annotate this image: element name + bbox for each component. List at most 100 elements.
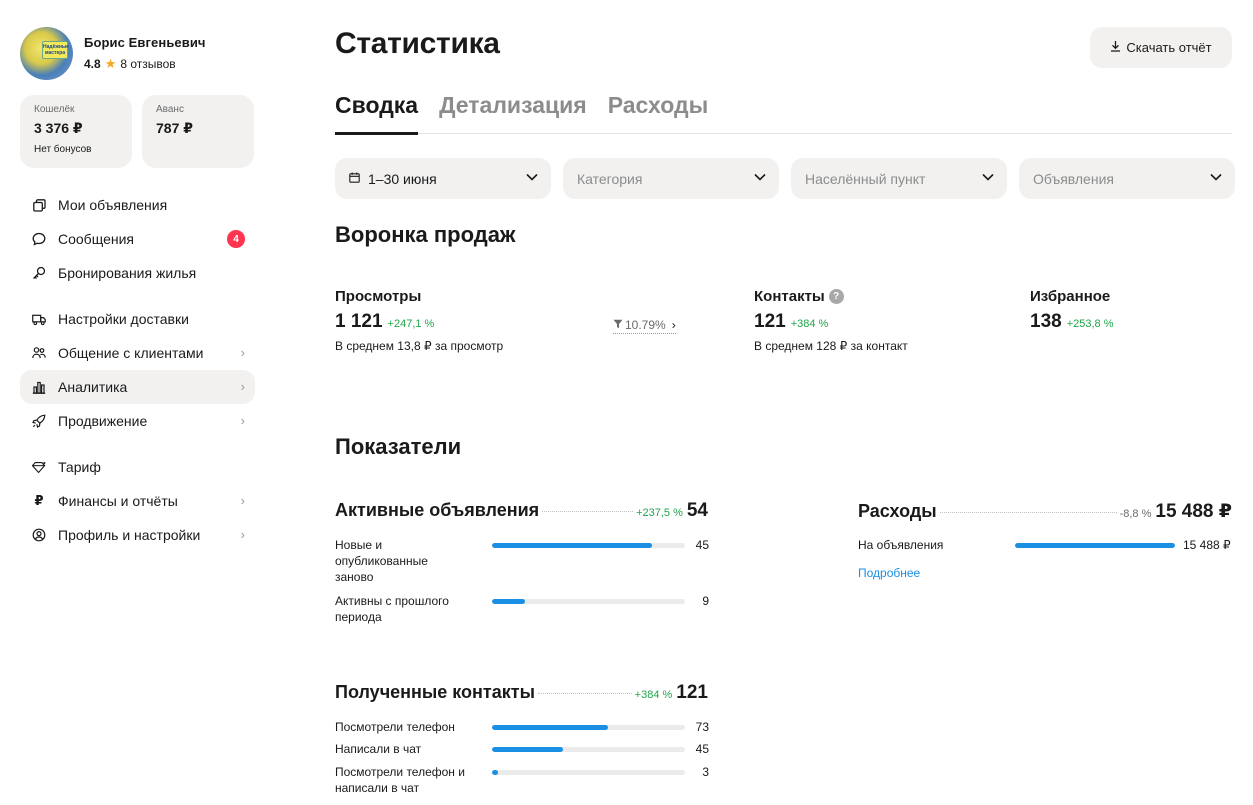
sidebar-item-label: Настройки доставки	[58, 311, 189, 327]
views-label: Просмотры	[335, 288, 422, 305]
chevron-down-icon	[982, 173, 994, 181]
metric-row-value: 3	[702, 765, 709, 779]
star-icon: ★	[104, 56, 117, 71]
contacts-metric-total: 121	[676, 682, 708, 703]
expenses-name: Расходы	[858, 501, 937, 521]
sidebar-nav: Мои объявления Сообщения 4 Бронирования …	[20, 188, 256, 552]
unread-badge: 4	[227, 230, 245, 248]
funnel-favorites: Избранное 138 +253,8 %	[1030, 288, 1114, 333]
progress-fill	[492, 543, 653, 548]
wallets: Кошелёк 3 376 ₽ Нет бонусов Аванс 787 ₽	[20, 95, 256, 168]
sidebar-item-clients[interactable]: Общение с клиентами ›	[20, 336, 255, 370]
sidebar-item-label: Бронирования жилья	[58, 265, 197, 281]
period-select[interactable]: 1–30 июня	[335, 158, 551, 199]
expenses-more-link[interactable]: Подробнее	[858, 566, 920, 580]
tab-summary[interactable]: Сводка	[335, 90, 419, 135]
active-ads-header: Активные объявления +237,5 % 54	[335, 500, 708, 522]
city-select[interactable]: Населённый пункт	[791, 158, 1007, 199]
leader-dots	[939, 512, 1117, 513]
progress-fill	[492, 599, 525, 604]
chevron-right-icon: ›	[240, 527, 245, 542]
diamond-icon	[32, 460, 46, 474]
contacts-metric-name: Полученные контакты	[335, 682, 535, 702]
funnel-views: Просмотры 1 121 +247,1 % В среднем 13,8 …	[335, 288, 503, 353]
contacts-average: В среднем 128 ₽ за контакт	[754, 339, 908, 353]
profile-card[interactable]: Надёжные мастера Борис Евгеньевич 4.8 ★ …	[20, 27, 256, 80]
chevron-right-icon: ›	[240, 493, 245, 508]
metric-row: Новые и опубликованные заново 45	[335, 537, 709, 585]
profile-name[interactable]: Борис Евгеньевич	[84, 35, 206, 50]
metric-row-value: 45	[695, 538, 709, 552]
conversion-value: 10.79%	[625, 318, 666, 332]
contacts-label: Контакты	[754, 288, 825, 305]
contacts-metric-delta: +384 %	[634, 689, 673, 701]
download-report-button[interactable]: Скачать отчёт	[1090, 27, 1232, 68]
sidebar-item-profile[interactable]: Профиль и настройки ›	[20, 518, 255, 552]
progress-fill	[1015, 543, 1175, 548]
leader-dots	[542, 511, 634, 512]
progress-fill	[492, 747, 564, 752]
favorites-delta: +253,8 %	[1066, 318, 1114, 330]
city-placeholder: Населённый пункт	[805, 170, 926, 187]
progress-track	[492, 747, 685, 752]
profile-rating[interactable]: 4.8 ★ 8 отзывов	[84, 56, 206, 72]
views-delta: +247,1 %	[387, 318, 435, 330]
sidebar-item-messages[interactable]: Сообщения 4	[20, 222, 255, 256]
active-ads-delta: +237,5 %	[636, 507, 683, 519]
conversion-rate[interactable]: 10.79% ›	[613, 318, 676, 334]
metric-row: Посмотрели телефон и написали в чат 3	[335, 764, 709, 796]
period-value: 1–30 июня	[368, 170, 437, 187]
sidebar-item-label: Мои объявления	[58, 197, 168, 213]
metric-row-label: Посмотрели телефон и написали в чат	[335, 765, 465, 795]
category-select[interactable]: Категория	[563, 158, 779, 199]
chevron-right-icon: ›	[240, 345, 245, 360]
metric-row: Активны с прошлого периода 9	[335, 593, 709, 625]
progress-track	[492, 725, 685, 730]
chevron-right-icon: ›	[240, 413, 245, 428]
progress-fill	[492, 770, 498, 775]
sidebar-item-my-listings[interactable]: Мои объявления	[20, 188, 255, 222]
chat-icon	[32, 232, 46, 246]
metric-row-value: 73	[695, 720, 709, 734]
sidebar-item-tariff[interactable]: Тариф	[20, 450, 255, 484]
avatar-logo: Надёжные мастера	[42, 41, 69, 59]
metric-row-label: Новые и опубликованные заново	[335, 538, 428, 584]
active-ads-name: Активные объявления	[335, 500, 540, 520]
tab-expenses[interactable]: Расходы	[608, 90, 709, 134]
reviews-count: 8 отзывов	[120, 57, 176, 71]
metric-row-value: 15 488 ₽	[1183, 538, 1231, 552]
ads-placeholder: Объявления	[1033, 170, 1114, 187]
expenses-total: 15 488 ₽	[1155, 501, 1232, 522]
calendar-icon	[349, 172, 360, 186]
metric-row: Посмотрели телефон 73	[335, 719, 709, 735]
chevron-down-icon	[754, 173, 766, 181]
help-icon[interactable]: ?	[828, 289, 844, 304]
sidebar-item-bookings[interactable]: Бронирования жилья	[20, 256, 255, 290]
favorites-value-row: 138 +253,8 %	[1030, 311, 1114, 333]
ads-select[interactable]: Объявления	[1019, 158, 1235, 199]
download-label: Скачать отчёт	[1126, 40, 1212, 55]
avatar[interactable]: Надёжные мастера	[20, 27, 73, 80]
tab-details[interactable]: Детализация	[439, 90, 587, 134]
sidebar-item-label: Профиль и настройки	[58, 527, 201, 543]
metric-row: Написали в чат 45	[335, 741, 709, 757]
sidebar-item-delivery[interactable]: Настройки доставки	[20, 302, 255, 336]
wallet-card[interactable]: Кошелёк 3 376 ₽ Нет бонусов	[20, 95, 132, 168]
progress-track	[492, 543, 685, 548]
sidebar-item-promotion[interactable]: Продвижение ›	[20, 404, 255, 438]
contacts-value: 121	[754, 311, 786, 332]
wallet-label: Кошелёк	[34, 104, 75, 115]
metric-row-label: На объявления	[858, 538, 944, 552]
advance-card[interactable]: Аванс 787 ₽	[142, 95, 254, 168]
progress-track	[492, 770, 685, 775]
chevron-down-icon	[1210, 173, 1222, 181]
sidebar-item-finance[interactable]: ₽ Финансы и отчёты ›	[20, 484, 255, 518]
chevron-down-icon	[526, 173, 538, 181]
download-icon	[1110, 40, 1121, 55]
chevron-right-icon: ›	[240, 379, 245, 394]
booking-icon	[32, 266, 46, 280]
sidebar-item-analytics[interactable]: Аналитика ›	[20, 370, 255, 404]
views-value: 1 121	[335, 311, 383, 332]
leader-dots	[537, 693, 632, 694]
